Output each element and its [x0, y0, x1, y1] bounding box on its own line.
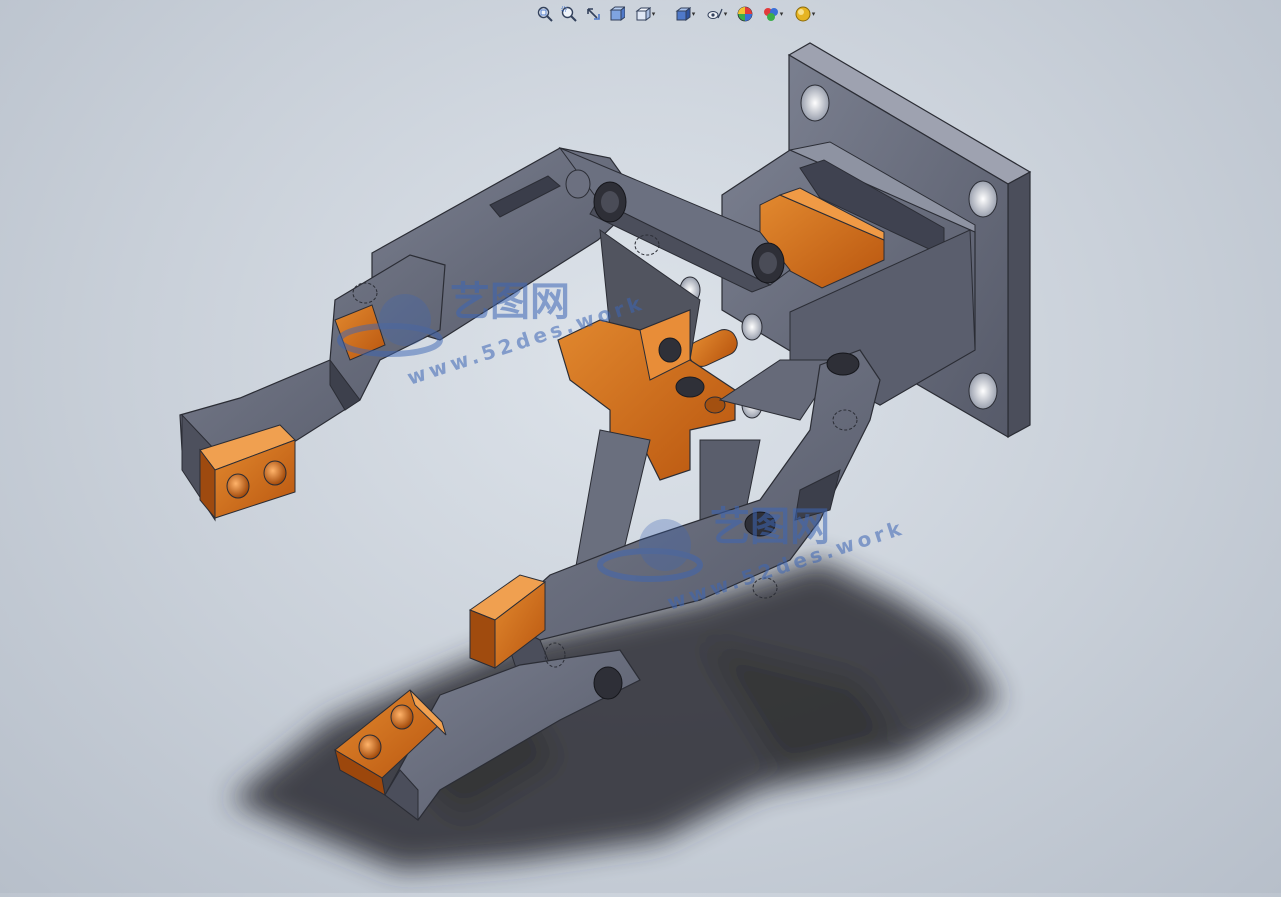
- view-orientation-button[interactable]: ▾: [630, 3, 660, 25]
- chevron-down-icon: ▾: [779, 9, 784, 18]
- zoom-to-area-icon: [561, 6, 577, 22]
- hide-show-items-icon: [707, 8, 723, 19]
- section-view-icon: [609, 6, 625, 21]
- edit-appearance-icon: [737, 6, 753, 22]
- view-settings-icon: [795, 6, 811, 22]
- previous-view-button[interactable]: [582, 3, 604, 25]
- zoom-to-area-button[interactable]: [558, 3, 580, 25]
- chevron-down-icon: ▾: [691, 9, 696, 18]
- chevron-down-icon: ▾: [811, 9, 816, 18]
- apply-scene-button[interactable]: ▾: [758, 3, 788, 25]
- previous-view-icon: [587, 8, 600, 20]
- model-viewport[interactable]: 艺图网 www.52des.work 艺图网 www.52des.work: [0, 0, 1281, 893]
- chevron-down-icon: ▾: [651, 9, 656, 18]
- apply-scene-icon: [763, 8, 778, 21]
- view-orientation-icon: [635, 7, 651, 21]
- display-style-icon: [675, 7, 691, 21]
- zoom-to-fit-button[interactable]: [534, 3, 556, 25]
- gripper-assembly-model[interactable]: [0, 0, 1281, 893]
- view-settings-button[interactable]: ▾: [790, 3, 820, 25]
- hide-show-items-button[interactable]: ▾: [702, 3, 732, 25]
- heads-up-view-toolbar: ▾ ▾ ▾ ▾ ▾: [534, 3, 820, 25]
- display-style-button[interactable]: ▾: [670, 3, 700, 25]
- section-view-button[interactable]: [606, 3, 628, 25]
- zoom-to-fit-icon: [537, 6, 553, 22]
- chevron-down-icon: ▾: [723, 9, 728, 18]
- edit-appearance-button[interactable]: [734, 3, 756, 25]
